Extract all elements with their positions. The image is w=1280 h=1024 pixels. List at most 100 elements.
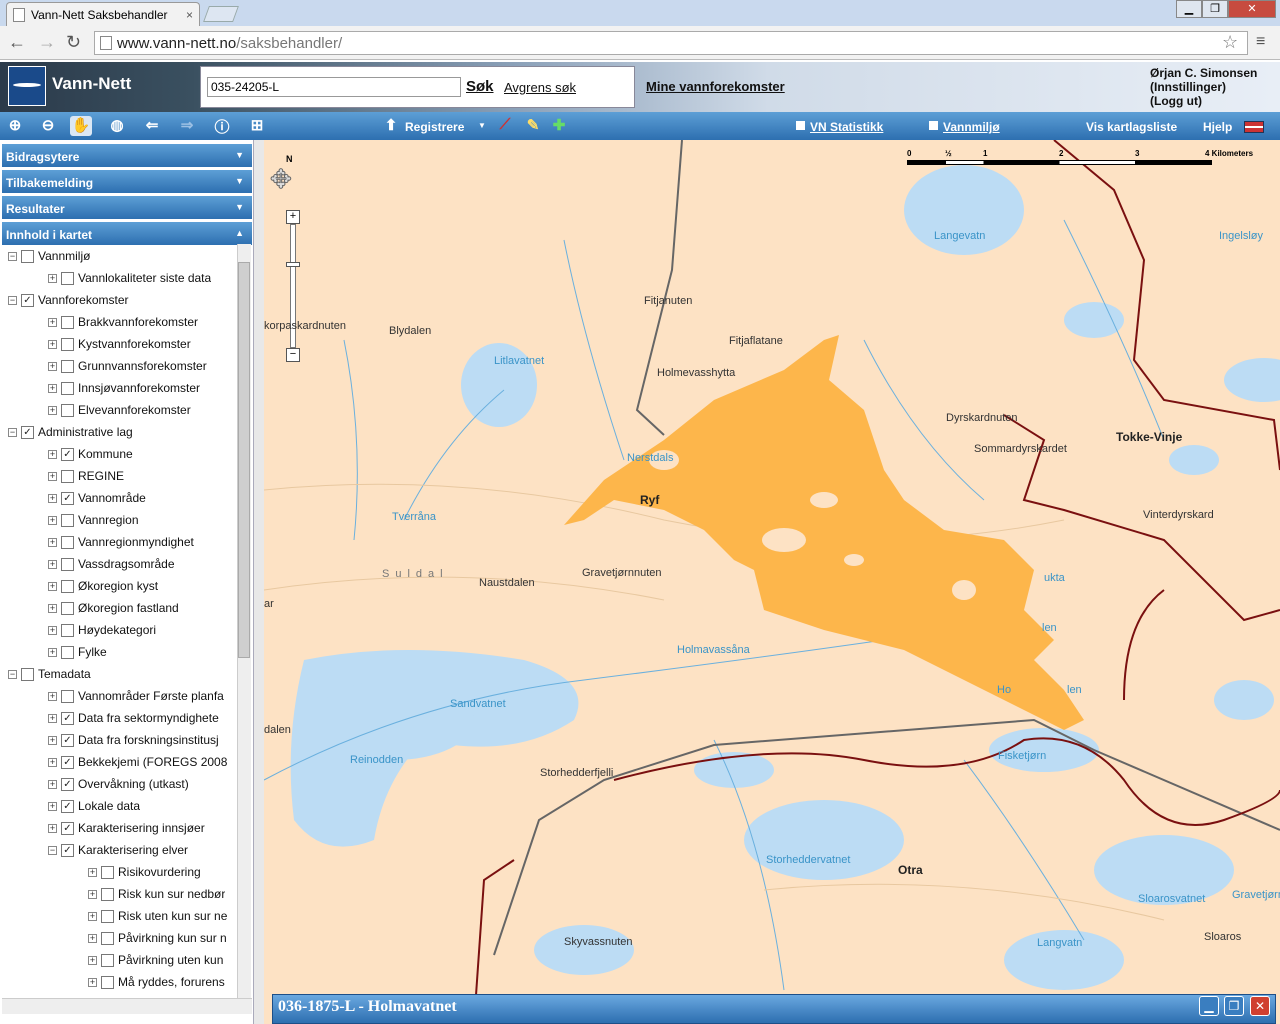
expand-icon[interactable]: + [48,691,57,701]
expand-icon[interactable]: + [88,977,97,987]
expand-icon[interactable]: + [48,405,57,415]
zoom-slider-handle[interactable] [286,262,300,267]
logout-link[interactable]: (Logg ut) [1150,94,1257,108]
collapse-icon[interactable]: − [8,669,17,679]
my-waterbodies-link[interactable]: Mine vannforekomster [646,79,785,94]
search-input[interactable] [207,77,461,97]
help-link[interactable]: Hjelp [1203,120,1232,134]
expand-icon[interactable]: + [88,933,97,943]
expand-icon[interactable]: + [48,449,57,459]
layer-checkbox[interactable] [61,557,74,571]
layer-checkbox[interactable] [61,469,74,483]
panel-splitter[interactable] [254,140,264,1024]
pencil-icon[interactable]: ✎ [522,116,544,136]
previous-extent-icon[interactable]: ⇐ [141,116,163,136]
new-tab-button[interactable] [203,6,239,22]
maximize-icon[interactable]: ❐ [1202,0,1228,18]
layer-checkbox[interactable] [61,623,74,637]
expand-icon[interactable]: + [88,955,97,965]
layer-checkbox[interactable] [61,271,74,285]
expand-icon[interactable]: + [88,889,97,899]
layer-checkbox[interactable] [61,403,74,417]
scrollbar-thumb[interactable] [238,262,250,658]
layer-checkbox[interactable]: ✓ [21,425,34,439]
layer-checkbox[interactable] [101,953,114,967]
restore-icon[interactable]: ❐ [1224,996,1244,1016]
expand-icon[interactable]: + [48,779,57,789]
expand-icon[interactable]: + [48,537,57,547]
expand-icon[interactable]: + [48,383,57,393]
layer-checkbox[interactable]: ✓ [61,821,74,835]
layer-checkbox[interactable] [101,865,114,879]
collapse-icon[interactable]: − [8,427,17,437]
expand-icon[interactable]: + [48,361,57,371]
zoom-out-icon[interactable]: ⊖ [37,116,59,136]
layer-checkbox[interactable] [61,513,74,527]
pan-arrows-icon[interactable]: ✥ [270,164,293,195]
collapse-icon[interactable]: − [8,251,17,261]
expand-icon[interactable]: + [48,757,57,767]
expand-icon[interactable]: + [88,911,97,921]
expand-icon[interactable]: + [88,867,97,877]
layer-checkbox[interactable] [21,667,34,681]
minimize-icon[interactable]: ▁ [1176,0,1202,18]
expand-icon[interactable]: + [48,823,57,833]
expand-icon[interactable]: + [48,317,57,327]
accordion-header[interactable]: Bidragsytere ▼ [2,144,252,168]
layer-checkbox[interactable]: ✓ [61,799,74,813]
layer-checkbox[interactable]: ✓ [61,711,74,725]
expand-icon[interactable]: + [48,515,57,525]
minimize-icon[interactable]: ▁ [1199,996,1219,1016]
search-button[interactable]: Søk [466,78,494,95]
layer-checkbox[interactable] [61,359,74,373]
vn-statistikk-link[interactable]: VN Statistikk [810,120,883,134]
layer-checkbox[interactable]: ✓ [61,491,74,505]
pan-hand-icon[interactable]: ✋ [70,116,92,136]
collapse-icon[interactable]: − [48,845,57,855]
vannmiljo-link[interactable]: Vannmiljø [943,120,1000,134]
layer-checkbox[interactable]: ✓ [61,843,74,857]
back-icon[interactable]: ← [8,32,26,53]
zoom-out-icon[interactable]: − [286,348,300,362]
browser-tab[interactable]: Vann-Nett Saksbehandler × [6,2,200,26]
layer-checkbox[interactable]: ✓ [61,733,74,747]
expand-icon[interactable]: + [48,559,57,569]
full-extent-icon[interactable]: ◍ [106,116,128,136]
layer-checkbox[interactable] [61,601,74,615]
expand-icon[interactable]: + [48,801,57,811]
add-user-icon[interactable]: ✚ [548,116,570,136]
layer-checkbox[interactable] [61,315,74,329]
layer-checkbox[interactable] [61,381,74,395]
refine-search-link[interactable]: Avgrens søk [504,80,576,95]
close-icon[interactable]: ✕ [1250,996,1270,1016]
layer-checkbox[interactable]: ✓ [21,293,34,307]
uk-flag-icon[interactable] [1244,121,1264,133]
close-tab-icon[interactable]: × [186,8,193,22]
layer-checkbox[interactable]: ✓ [61,755,74,769]
url-field[interactable]: www.vann-nett.no/saksbehandler/ [94,31,1248,55]
collapse-icon[interactable]: − [8,295,17,305]
expand-icon[interactable]: + [48,713,57,723]
layer-checkbox[interactable] [101,909,114,923]
settings-link[interactable]: (Innstillinger) [1150,80,1257,94]
expand-icon[interactable]: + [48,471,57,481]
close-window-icon[interactable]: ✕ [1228,0,1276,18]
measure-icon[interactable]: ⊞ [246,116,268,136]
forward-icon[interactable]: → [38,32,56,53]
expand-icon[interactable]: + [48,647,57,657]
expand-icon[interactable]: + [48,735,57,745]
sidebar-horizontal-scrollbar[interactable] [2,998,252,1014]
register-menu[interactable]: Registrere [405,120,464,134]
layer-checkbox[interactable] [61,689,74,703]
expand-icon[interactable]: + [48,493,57,503]
layer-checkbox[interactable] [101,975,114,989]
layer-checkbox[interactable] [61,337,74,351]
zoom-in-icon[interactable]: ⊕ [4,116,26,136]
zoom-in-icon[interactable]: + [286,210,300,224]
layer-checkbox[interactable] [61,579,74,593]
expand-icon[interactable]: + [48,339,57,349]
accordion-header[interactable]: Resultater ▼ [2,196,252,220]
map-view[interactable]: 0 ½ 1 2 3 4 Kilometers N ✥ + − Langevatn Ingel… [264,140,1280,1024]
layer-checkbox[interactable]: ✓ [61,777,74,791]
expand-icon[interactable]: + [48,603,57,613]
